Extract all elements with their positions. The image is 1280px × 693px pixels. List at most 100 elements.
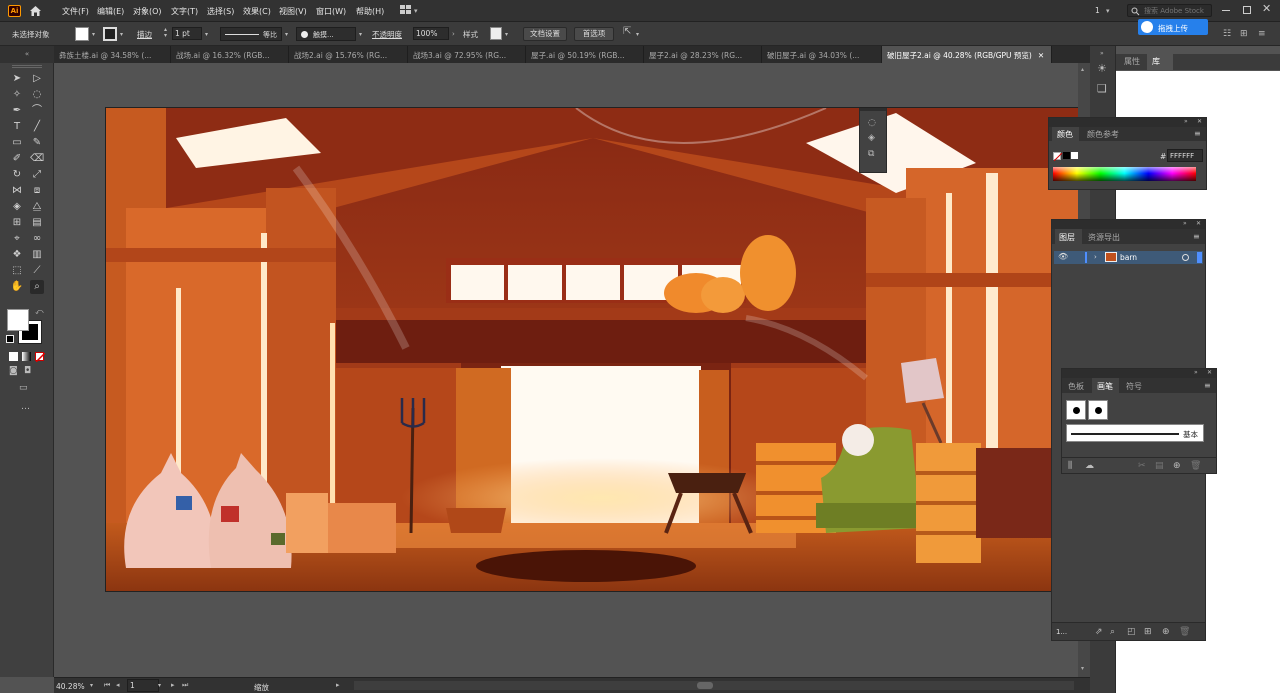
eraser-tool-icon[interactable]: ⌫	[30, 152, 44, 166]
libraries-icon[interactable]: ❑	[1097, 83, 1107, 94]
collapse-arrows-icon[interactable]: »	[1100, 49, 1104, 59]
document-tab-6[interactable]: 破旧屋子.ai @ 34.03% (...	[762, 46, 882, 63]
crop-icon[interactable]: ⧉	[868, 149, 874, 159]
brush-swatch-round-1[interactable]	[1066, 400, 1086, 420]
collapse-icon[interactable]: »	[1184, 117, 1188, 127]
shape-builder-icon[interactable]: ◈	[868, 133, 875, 143]
document-tab-5[interactable]: 屋子2.ai @ 28.23% (RG...	[644, 46, 762, 63]
collapse-icon[interactable]: »	[1183, 219, 1187, 229]
artboard-barn-illustration[interactable]: » ✕ ◌ ◈ ⧉	[105, 107, 1079, 592]
stroke-weight-stepper[interactable]: ▴ ▾	[164, 27, 167, 39]
tab-layers[interactable]: 图层	[1059, 232, 1075, 243]
hand-tool-icon[interactable]: ✋	[10, 280, 24, 294]
color-mode-icon[interactable]	[9, 352, 18, 361]
arrange-icon[interactable]: ⇱	[623, 27, 631, 37]
zoom-tool-icon[interactable]: ⌕	[30, 280, 44, 294]
upload-button[interactable]: 拖拽上传	[1138, 19, 1208, 35]
none-mode-icon[interactable]	[35, 352, 45, 362]
shaper-tool-icon[interactable]: ✐	[10, 152, 24, 166]
blend-tool-icon[interactable]: ∞	[30, 232, 44, 246]
appearance-icon[interactable]: ☀	[1097, 63, 1107, 74]
opacity-input[interactable]	[413, 27, 449, 40]
stock-search[interactable]	[1127, 4, 1212, 17]
menu-item-8[interactable]: 帮助(H)	[356, 6, 384, 17]
artboard-number-input[interactable]	[127, 679, 159, 692]
paintbrush-tool-icon[interactable]: ✎	[30, 136, 44, 150]
next-artboard-icon[interactable]: ▸	[171, 680, 175, 690]
scale-tool-icon[interactable]: ⤢	[30, 168, 44, 182]
screen-mode-icon[interactable]: ▭	[19, 383, 28, 393]
color-spectrum-bar[interactable]	[1053, 167, 1196, 181]
visibility-eye-icon[interactable]: 👁	[1058, 252, 1068, 262]
document-setup-button[interactable]: 文档设置	[523, 27, 567, 41]
perspective-tool-icon[interactable]: ⧋	[30, 200, 44, 214]
slice-tool-icon[interactable]: ⟋	[30, 264, 44, 278]
close-icon[interactable]: ✕	[1197, 117, 1202, 127]
zoom-level[interactable]: 40.28%	[56, 682, 85, 691]
menu-item-0[interactable]: 文件(F)	[62, 6, 89, 17]
swap-colors-icon[interactable]: ⤺	[35, 307, 44, 317]
magic-wand-tool-icon[interactable]: ✧	[10, 88, 24, 102]
menu-item-6[interactable]: 视图(V)	[279, 6, 307, 17]
mesh-tool-icon[interactable]: ⊞	[10, 216, 24, 230]
style-swatch[interactable]	[490, 27, 502, 40]
curvature-tool-icon[interactable]: ⌒	[30, 104, 44, 118]
chevron-right-icon[interactable]: ›	[452, 29, 455, 39]
trash-icon[interactable]: 🗑	[1190, 461, 1201, 471]
transform-icon[interactable]: ⊞	[1240, 29, 1248, 39]
new-brush-icon[interactable]: ⊕	[1173, 461, 1181, 471]
draw-mode-icon[interactable]: ◙	[9, 366, 18, 376]
close-icon[interactable]: ✕	[1207, 368, 1212, 378]
collapse-icon[interactable]: »	[1194, 368, 1198, 378]
tab-swatches[interactable]: 色板	[1068, 381, 1084, 392]
trash-icon[interactable]: 🗑	[1179, 627, 1190, 637]
brush-swatch-round-2[interactable]	[1088, 400, 1108, 420]
document-tab-0[interactable]: 彝族土楼.ai @ 34.58% (...	[54, 46, 171, 63]
menu-item-4[interactable]: 选择(S)	[207, 6, 234, 17]
chevron-down-icon[interactable]: ▾	[205, 30, 208, 40]
free-transform-tool-icon[interactable]: ⧈	[30, 184, 44, 198]
scroll-thumb[interactable]	[697, 682, 713, 689]
panel-collapse-arrows[interactable]: «	[0, 46, 54, 63]
clipping-mask-icon[interactable]: ◰	[1127, 627, 1136, 637]
tab-color[interactable]: 颜色	[1057, 129, 1073, 140]
chevron-down-icon[interactable]: ▾	[414, 6, 418, 16]
direct-selection-tool-icon[interactable]: ▷	[30, 72, 44, 86]
chevron-down-icon[interactable]: ▾	[1106, 6, 1110, 16]
chevron-down-icon[interactable]: ▾	[120, 30, 123, 40]
collapse-icon[interactable]: »	[862, 108, 866, 111]
panel-menu-icon[interactable]: ≡	[1204, 381, 1211, 391]
close-icon[interactable]: ✕	[1196, 219, 1201, 229]
line-tool-icon[interactable]: ╱	[30, 120, 44, 134]
brush-options-icon[interactable]: ▤	[1155, 461, 1164, 471]
selection-tool-icon[interactable]: ➤	[10, 72, 24, 86]
document-tab-2[interactable]: 战场2.ai @ 15.76% (RG...	[289, 46, 408, 63]
eyedropper-tool-icon[interactable]: ⌖	[10, 232, 24, 246]
chevron-down-icon[interactable]: ▾	[359, 30, 362, 40]
remove-stroke-icon[interactable]: ✂	[1138, 461, 1146, 471]
new-layer-icon[interactable]: ⊕	[1162, 627, 1170, 637]
menu-item-3[interactable]: 文字(T)	[171, 6, 198, 17]
close-icon[interactable]: ✕	[878, 108, 883, 111]
rectangle-tool-icon[interactable]: ▭	[10, 136, 24, 150]
white-swatch[interactable]	[1071, 152, 1078, 159]
layer-name[interactable]: barn	[1120, 253, 1137, 262]
document-tab-7[interactable]: 破旧屋子2.ai @ 40.28% (RGB/GPU 预览) ✕	[882, 46, 1052, 63]
gradient-tool-icon[interactable]: ▤	[30, 216, 44, 230]
menu-item-7[interactable]: 窗口(W)	[316, 6, 346, 17]
type-tool-icon[interactable]: T	[10, 120, 24, 134]
edit-toolbar-icon[interactable]: …	[21, 402, 30, 412]
fill-color-box[interactable]	[7, 309, 29, 331]
last-artboard-icon[interactable]: ⏭	[182, 680, 188, 690]
brushes-panel-header[interactable]: » ✕	[1062, 369, 1216, 378]
column-graph-tool-icon[interactable]: ▥	[30, 248, 44, 262]
expand-arrow-icon[interactable]: ›	[1094, 252, 1097, 262]
stock-search-input[interactable]	[1142, 4, 1212, 17]
color-panel-header[interactable]: » ✕	[1049, 118, 1206, 127]
artboard-tool-icon[interactable]: ⬚	[10, 264, 24, 278]
stroke-swatch[interactable]	[103, 27, 117, 41]
tab-libraries-bg[interactable]	[1147, 54, 1173, 70]
maximize-button[interactable]	[1243, 6, 1251, 14]
rotate-tool-icon[interactable]: ↻	[10, 168, 24, 182]
menu-item-2[interactable]: 对象(O)	[133, 6, 162, 17]
